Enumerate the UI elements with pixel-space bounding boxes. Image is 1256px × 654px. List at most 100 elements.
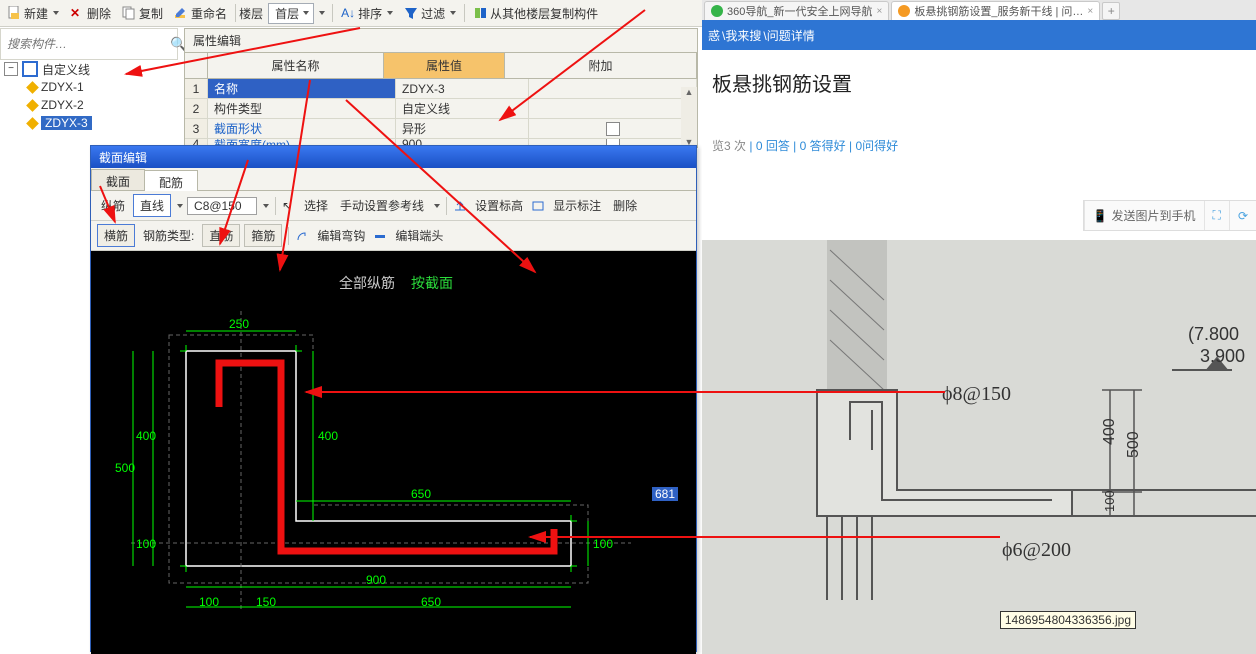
rename-label: 重命名 xyxy=(191,5,227,22)
delete-label: 删除 xyxy=(87,5,111,22)
item-icon xyxy=(26,117,39,130)
property-row[interactable]: 1 名称 ZDYX-3 xyxy=(185,79,697,99)
note-all-longitudinal: 全部纵筋 xyxy=(339,273,395,293)
phone-icon: 📱 xyxy=(1093,209,1108,223)
edit-hook-button[interactable]: 编辑弯钩 xyxy=(313,226,369,245)
question-tools: 📱 发送图片到手机 ⛶ ⟳ xyxy=(1083,200,1256,231)
folder-icon xyxy=(22,61,38,77)
modal-tabs: 截面 配筋 xyxy=(91,168,696,191)
floor-select[interactable]: 首层 xyxy=(268,3,314,24)
browser-tab[interactable]: 板悬挑钢筋设置_服务新干线 | 问… × xyxy=(891,1,1100,20)
dropdown-icon[interactable] xyxy=(434,204,440,208)
longitudinal-label: 纵筋 xyxy=(97,196,129,215)
modal-title[interactable]: 截面编辑 xyxy=(91,146,696,168)
property-row[interactable]: 3 截面形状 异形 xyxy=(185,119,697,139)
delete-button[interactable]: 删除 xyxy=(609,196,641,215)
annotation-icon xyxy=(531,199,545,213)
dim-650: 650 xyxy=(411,487,431,501)
close-icon[interactable]: × xyxy=(876,6,882,17)
rebar-bar-1: 纵筋 直线 C8@150 ↖ 选择 手动设置参考线 设置标高 显示标注 删除 xyxy=(91,191,696,221)
manual-refline-button[interactable]: 手动设置参考线 xyxy=(336,196,428,215)
separator xyxy=(446,197,447,215)
tree-item-label: ZDYX-3 xyxy=(41,116,92,130)
straight-rebar-button[interactable]: 直筋 xyxy=(202,224,240,247)
property-row[interactable]: 2 构件类型 自定义线 xyxy=(185,99,697,119)
scrollbar[interactable]: ▲ ▼ xyxy=(681,87,697,147)
section-canvas[interactable]: 全部纵筋 按截面 250 400 400 500 650 100 100 900… xyxy=(91,251,696,654)
filter-button[interactable]: 过滤 xyxy=(399,3,461,24)
dim-400: 400 xyxy=(318,429,338,443)
separator xyxy=(332,4,333,22)
good-question[interactable]: 0问得好 xyxy=(855,139,898,153)
browser-tab[interactable]: 360导航_新一代安全上网导航 × xyxy=(704,1,889,20)
crumb-b[interactable]: \我来搜 xyxy=(722,27,761,44)
send-to-phone-button[interactable]: 📱 发送图片到手机 xyxy=(1084,201,1204,230)
new-tab-button[interactable]: + xyxy=(1102,2,1120,20)
hoop-rebar-button[interactable]: 箍筋 xyxy=(244,224,282,247)
copy-from-icon xyxy=(473,6,487,20)
search-input[interactable] xyxy=(1,34,170,54)
edit-end-button[interactable]: 编辑端头 xyxy=(391,226,447,245)
row-add[interactable] xyxy=(529,119,697,138)
copy-from-label: 从其他楼层复制构件 xyxy=(490,5,598,22)
dropdown-icon xyxy=(387,11,393,15)
tree-item[interactable]: ZDYX-2 xyxy=(0,96,176,114)
dropdown-icon[interactable] xyxy=(263,204,269,208)
rebar1-text: ϕ8@150 xyxy=(942,383,1011,405)
rename-icon xyxy=(174,6,188,20)
dropdown-icon xyxy=(450,11,456,15)
expand-button[interactable]: ⛶ xyxy=(1204,201,1229,230)
scroll-up-icon[interactable]: ▲ xyxy=(685,87,694,97)
lvl1-text: (7.800 xyxy=(1188,324,1239,344)
end-icon xyxy=(373,229,387,243)
question-card: 板悬挑钢筋设置 览3 次 | 0 回答 | 0 答得好 | 0问得好 xyxy=(702,50,1256,164)
d500-text: 500 xyxy=(1125,431,1142,458)
row-name: 截面形状 xyxy=(208,119,396,138)
tab-rebar[interactable]: 配筋 xyxy=(144,170,198,191)
new-button[interactable]: 新建 xyxy=(2,3,64,24)
favicon-icon xyxy=(898,5,910,17)
set-elevation-button[interactable]: 设置标高 xyxy=(471,196,527,215)
collapse-icon[interactable]: − xyxy=(4,62,18,76)
row-name: 构件类型 xyxy=(208,99,396,118)
crumb-a[interactable]: 惑 xyxy=(708,27,720,44)
rename-button[interactable]: 重命名 xyxy=(169,3,232,24)
close-icon[interactable]: × xyxy=(1087,6,1093,17)
answers[interactable]: 0 回答 xyxy=(756,139,790,153)
col-name: 属性名称 xyxy=(208,53,384,78)
dropdown-icon[interactable] xyxy=(177,204,183,208)
tree-root-row[interactable]: − 自定义线 xyxy=(0,60,176,78)
new-label: 新建 xyxy=(24,5,48,22)
row-add xyxy=(529,99,697,118)
main-toolbar: 新建 ✕ 删除 复制 重命名 楼层 首层 A↓ 排序 过滤 xyxy=(0,0,702,27)
row-name: 名称 xyxy=(208,79,396,98)
dropdown-icon[interactable] xyxy=(319,11,325,15)
copy-from-floor-button[interactable]: 从其他楼层复制构件 xyxy=(468,3,603,24)
dim-500: 500 xyxy=(115,461,135,475)
row-value[interactable]: 自定义线 xyxy=(396,99,529,118)
tab-label: 360导航_新一代安全上网导航 xyxy=(727,3,872,19)
tab-section[interactable]: 截面 xyxy=(91,169,145,190)
row-value[interactable]: 异形 xyxy=(396,119,529,138)
row-value[interactable]: ZDYX-3 xyxy=(396,79,529,98)
copy-button[interactable]: 复制 xyxy=(117,3,168,24)
delete-button[interactable]: ✕ 删除 xyxy=(65,3,116,24)
tree-item-selected[interactable]: ZDYX-3 xyxy=(0,114,176,132)
select-button[interactable]: 选择 xyxy=(300,196,332,215)
views: 览3 次 xyxy=(712,139,746,153)
rotate-button[interactable]: ⟳ xyxy=(1229,201,1256,230)
crumb-c[interactable]: \问题详情 xyxy=(763,27,814,44)
dropdown-icon xyxy=(53,11,59,15)
sort-button[interactable]: A↓ 排序 xyxy=(336,3,398,24)
floor-value: 首层 xyxy=(275,7,299,21)
section-editor-modal: 截面编辑 截面 配筋 纵筋 直线 C8@150 ↖ 选择 手动设置参考线 设置标… xyxy=(90,145,697,652)
good-answers[interactable]: 0 答得好 xyxy=(800,139,846,153)
tree-item[interactable]: ZDYX-1 xyxy=(0,78,176,96)
d100-text: 100 xyxy=(1102,490,1117,512)
transverse-button[interactable]: 横筋 xyxy=(97,224,135,247)
checkbox-icon[interactable] xyxy=(606,122,620,136)
show-annotation-button[interactable]: 显示标注 xyxy=(549,196,605,215)
line-mode-button[interactable]: 直线 xyxy=(133,194,171,217)
rebar-spec-input[interactable]: C8@150 xyxy=(187,197,257,215)
d400-text: 400 xyxy=(1101,418,1118,445)
